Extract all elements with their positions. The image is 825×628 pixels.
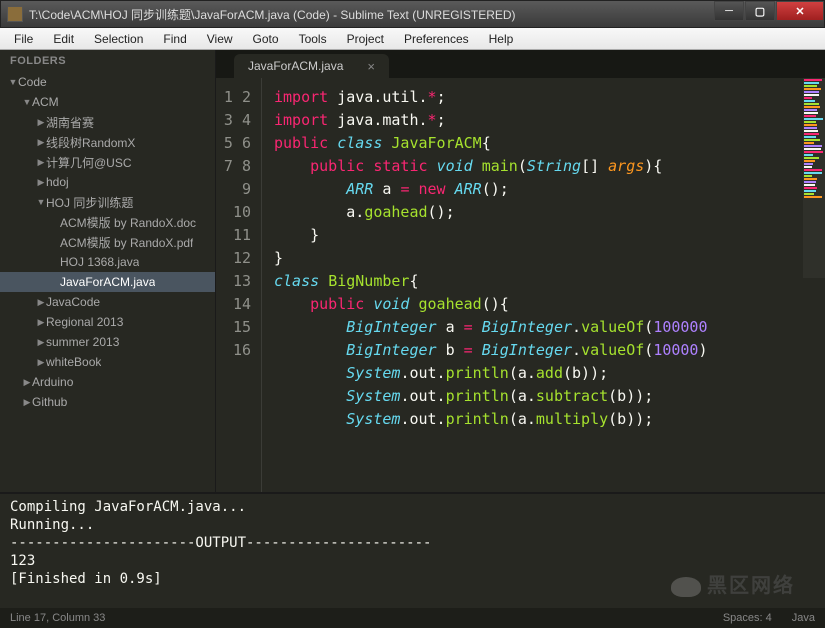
- tree-folder[interactable]: ▶计算几何@USC: [0, 152, 215, 172]
- code-editor[interactable]: import java.util.*;import java.math.*;pu…: [262, 78, 825, 492]
- editor-area: JavaForACM.java × 1 2 3 4 5 6 7 8 9 10 1…: [216, 50, 825, 492]
- app-icon: [7, 6, 23, 22]
- tree-item-label: 线段树RandomX: [46, 134, 135, 151]
- window-titlebar: T:\Code\ACM\HOJ 同步训练题\JavaForACM.java (C…: [0, 0, 825, 28]
- tree-item-label: Github: [32, 395, 67, 409]
- menu-item-file[interactable]: File: [4, 30, 43, 48]
- tree-folder[interactable]: ▶线段树RandomX: [0, 132, 215, 152]
- chevron-right-icon: ▶: [36, 297, 46, 308]
- tree-folder[interactable]: ▶hdoj: [0, 172, 215, 192]
- menu-item-edit[interactable]: Edit: [43, 30, 84, 48]
- tree-item-label: HOJ 1368.java: [60, 255, 139, 269]
- tree-file[interactable]: ACM模版 by RandoX.pdf: [0, 232, 215, 252]
- menu-item-help[interactable]: Help: [479, 30, 524, 48]
- tab-bar: JavaForACM.java ×: [216, 50, 825, 78]
- tree-item-label: Arduino: [32, 375, 73, 389]
- tree-folder[interactable]: ▶Github: [0, 392, 215, 412]
- status-indent[interactable]: Spaces: 4: [723, 612, 772, 624]
- tab-close-icon[interactable]: ×: [367, 59, 375, 74]
- tab-active[interactable]: JavaForACM.java ×: [234, 54, 389, 78]
- tree-item-label: JavaForACM.java: [60, 275, 155, 289]
- sidebar: FOLDERS ▼Code▼ACM▶湖南省赛▶线段树RandomX▶计算几何@U…: [0, 50, 216, 492]
- tree-item-label: whiteBook: [46, 355, 101, 369]
- tree-item-label: HOJ 同步训练题: [46, 194, 133, 211]
- tree-folder[interactable]: ▼Code: [0, 72, 215, 92]
- tree-item-label: JavaCode: [46, 295, 100, 309]
- tree-item-label: ACM模版 by RandoX.pdf: [60, 234, 193, 251]
- folder-tree: ▼Code▼ACM▶湖南省赛▶线段树RandomX▶计算几何@USC▶hdoj▼…: [0, 72, 215, 412]
- tree-folder[interactable]: ▶whiteBook: [0, 352, 215, 372]
- close-button[interactable]: ✕: [776, 1, 824, 21]
- menu-item-view[interactable]: View: [197, 30, 243, 48]
- chevron-right-icon: ▶: [36, 177, 46, 188]
- tree-item-label: 计算几何@USC: [46, 154, 132, 171]
- menu-item-selection[interactable]: Selection: [84, 30, 153, 48]
- menu-item-project[interactable]: Project: [337, 30, 394, 48]
- main-area: FOLDERS ▼Code▼ACM▶湖南省赛▶线段树RandomX▶计算几何@U…: [0, 50, 825, 492]
- menu-bar: FileEditSelectionFindViewGotoToolsProjec…: [0, 28, 825, 50]
- tree-file[interactable]: HOJ 1368.java: [0, 252, 215, 272]
- window-title: T:\Code\ACM\HOJ 同步训练题\JavaForACM.java (C…: [29, 6, 713, 23]
- chevron-right-icon: ▶: [22, 377, 32, 388]
- chevron-right-icon: ▶: [36, 317, 46, 328]
- tree-folder[interactable]: ▶湖南省赛: [0, 112, 215, 132]
- menu-item-tools[interactable]: Tools: [289, 30, 337, 48]
- tree-file[interactable]: JavaForACM.java: [0, 272, 215, 292]
- tree-folder[interactable]: ▶Regional 2013: [0, 312, 215, 332]
- code-container: 1 2 3 4 5 6 7 8 9 10 11 12 13 14 15 16 i…: [216, 78, 825, 492]
- tree-folder[interactable]: ▶JavaCode: [0, 292, 215, 312]
- tree-item-label: ACM: [32, 95, 59, 109]
- chevron-right-icon: ▶: [36, 157, 46, 168]
- chevron-right-icon: ▶: [36, 117, 46, 128]
- chevron-right-icon: ▶: [36, 337, 46, 348]
- tree-item-label: Regional 2013: [46, 315, 123, 329]
- sidebar-header: FOLDERS: [0, 50, 215, 72]
- tree-folder[interactable]: ▶summer 2013: [0, 332, 215, 352]
- tab-label: JavaForACM.java: [248, 59, 343, 73]
- status-cursor-position[interactable]: Line 17, Column 33: [10, 612, 703, 624]
- tree-item-label: ACM模版 by RandoX.doc: [60, 214, 196, 231]
- tree-item-label: 湖南省赛: [46, 114, 94, 131]
- build-output-panel: Compiling JavaForACM.java... Running... …: [0, 492, 825, 608]
- chevron-down-icon: ▼: [8, 77, 18, 87]
- chevron-right-icon: ▶: [36, 357, 46, 368]
- tree-folder[interactable]: ▼ACM: [0, 92, 215, 112]
- chevron-right-icon: ▶: [22, 397, 32, 408]
- status-language[interactable]: Java: [792, 612, 815, 624]
- window-controls: ─ ▢ ✕: [713, 1, 824, 21]
- menu-item-goto[interactable]: Goto: [243, 30, 289, 48]
- menu-item-find[interactable]: Find: [153, 30, 196, 48]
- status-bar: Line 17, Column 33 Spaces: 4 Java: [0, 608, 825, 628]
- tree-item-label: hdoj: [46, 175, 69, 189]
- chevron-down-icon: ▼: [22, 97, 32, 107]
- maximize-button[interactable]: ▢: [745, 1, 775, 21]
- tree-item-label: Code: [18, 75, 47, 89]
- chevron-down-icon: ▼: [36, 197, 46, 207]
- tree-file[interactable]: ACM模版 by RandoX.doc: [0, 212, 215, 232]
- tree-item-label: summer 2013: [46, 335, 119, 349]
- minimize-button[interactable]: ─: [714, 1, 744, 21]
- tree-folder[interactable]: ▼HOJ 同步训练题: [0, 192, 215, 212]
- minimap[interactable]: [803, 78, 825, 278]
- chevron-right-icon: ▶: [36, 137, 46, 148]
- line-gutter: 1 2 3 4 5 6 7 8 9 10 11 12 13 14 15 16: [216, 78, 262, 492]
- tree-folder[interactable]: ▶Arduino: [0, 372, 215, 392]
- menu-item-preferences[interactable]: Preferences: [394, 30, 479, 48]
